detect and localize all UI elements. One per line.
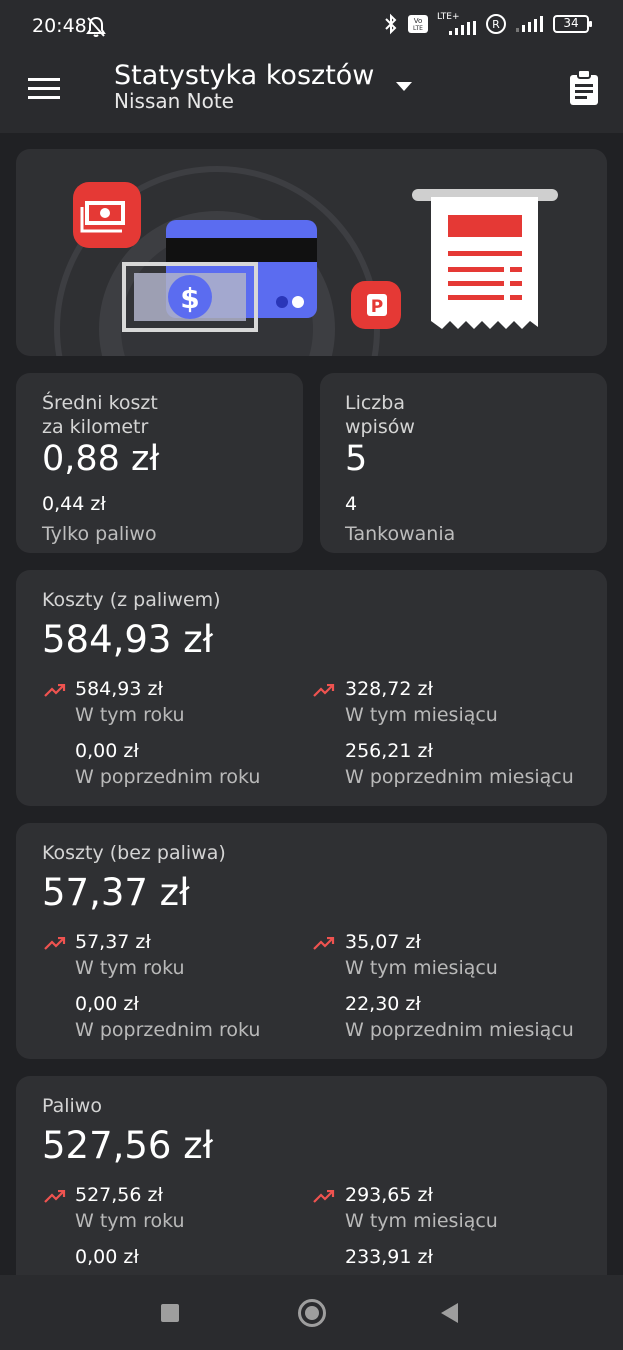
svg-text:$: $: [180, 282, 199, 315]
prev-month-value: 233,91 zł: [345, 1246, 433, 1268]
dropdown-arrow-icon[interactable]: [396, 82, 412, 92]
signal-strength-icon: [449, 21, 476, 35]
card-title: Koszty (z paliwem): [42, 589, 221, 611]
this-month-value: 35,07 zł: [345, 931, 421, 953]
battery-level: 34: [563, 16, 579, 30]
prev-month-value: 256,21 zł: [345, 740, 433, 762]
prev-year-value: 0,00 zł: [75, 993, 139, 1015]
this-year-label: W tym roku: [75, 957, 185, 979]
prev-year-value: 0,00 zł: [75, 740, 139, 762]
prev-year-value: 0,00 zł: [75, 1246, 139, 1268]
this-year-label: W tym roku: [75, 1210, 185, 1232]
card-total: 57,37 zł: [42, 871, 190, 914]
fuel-costs-card[interactable]: Paliwo 527,56 zł 527,56 zł W tym roku 0,…: [16, 1076, 607, 1275]
costs-without-fuel-card[interactable]: Koszty (bez paliwa) 57,37 zł 57,37 zł W …: [16, 823, 607, 1059]
this-month-value: 293,65 zł: [345, 1184, 433, 1206]
avg-cost-card[interactable]: Średni koszt za kilometr 0,88 zł 0,44 zł…: [16, 373, 303, 553]
status-bar: 20:48 Vo LTE LTE+ R 34: [0, 0, 623, 56]
refuel-label: Tankowania: [345, 523, 456, 545]
prev-month-label: W poprzednim miesiącu: [345, 766, 574, 788]
svg-text:R: R: [492, 18, 500, 31]
refuel-count: 4: [345, 493, 358, 515]
costs-illustration: $ P: [54, 166, 558, 356]
card-total: 527,56 zł: [42, 1124, 214, 1167]
this-year-value: 527,56 zł: [75, 1184, 163, 1206]
back-button-icon[interactable]: [440, 1302, 460, 1324]
avg-cost-label-line1: Średni koszt: [42, 392, 158, 414]
battery-tip: [589, 21, 592, 27]
entries-count: 5: [345, 439, 368, 479]
avg-fuel-cost-value: 0,44 zł: [42, 493, 106, 515]
clipboard-icon[interactable]: [568, 70, 600, 106]
home-button-icon[interactable]: [298, 1299, 326, 1327]
hamburger-menu-icon[interactable]: [28, 78, 60, 100]
content-scroll-area[interactable]: $ P Średni koszt za kilometr 0,88 zł 0,4…: [0, 133, 623, 1275]
vehicle-name: Nissan Note: [114, 89, 234, 113]
illustration-card: $ P: [16, 149, 607, 356]
prev-month-label: W poprzednim miesiącu: [345, 1019, 574, 1041]
battery-indicator: 34: [553, 15, 592, 33]
entries-label-line2: wpisów: [345, 416, 415, 438]
lte-signal: LTE+: [437, 13, 477, 35]
this-year-label: W tym roku: [75, 704, 185, 726]
roaming-icon: R: [486, 14, 506, 34]
prev-year-label: W poprzednim roku: [75, 1019, 261, 1041]
page-title: Statystyka kosztów: [114, 60, 375, 91]
card-title: Paliwo: [42, 1095, 102, 1117]
volte-icon: Vo LTE: [408, 15, 428, 33]
card-total: 584,93 zł: [42, 618, 214, 661]
entries-label-line1: Liczba: [345, 392, 405, 414]
this-month-label: W tym miesiącu: [345, 704, 498, 726]
costs-with-fuel-card[interactable]: Koszty (z paliwem) 584,93 zł 584,93 zł W…: [16, 570, 607, 806]
entries-card[interactable]: Liczba wpisów 5 4 Tankowania: [320, 373, 607, 553]
this-month-label: W tym miesiącu: [345, 1210, 498, 1232]
signal-strength-2-icon: [516, 16, 543, 32]
avg-cost-label-line2: za kilometr: [42, 416, 149, 438]
trending-up-icon: [44, 684, 66, 697]
app-bar: Statystyka kosztów Nissan Note: [0, 56, 623, 133]
this-month-label: W tym miesiącu: [345, 957, 498, 979]
prev-month-value: 22,30 zł: [345, 993, 421, 1015]
trending-up-icon: [44, 1190, 66, 1203]
avg-fuel-cost-label: Tylko paliwo: [42, 523, 157, 545]
this-year-value: 584,93 zł: [75, 678, 163, 700]
trending-up-icon: [313, 684, 335, 697]
this-month-value: 328,72 zł: [345, 678, 433, 700]
prev-year-label: W poprzednim roku: [75, 766, 261, 788]
svg-text:LTE: LTE: [413, 25, 423, 32]
svg-text:Vo: Vo: [414, 17, 423, 25]
status-indicators: Vo LTE LTE+ R 34: [383, 13, 592, 35]
trending-up-icon: [313, 1190, 335, 1203]
recents-button-icon[interactable]: [161, 1304, 179, 1322]
status-time: 20:48: [32, 15, 87, 37]
svg-text:P: P: [371, 297, 383, 317]
system-nav-bar: [0, 1275, 623, 1350]
avg-cost-value: 0,88 zł: [42, 439, 160, 479]
bluetooth-icon: [385, 13, 397, 35]
trending-up-icon: [313, 937, 335, 950]
trending-up-icon: [44, 937, 66, 950]
this-year-value: 57,37 zł: [75, 931, 151, 953]
bell-off-icon: [86, 16, 106, 37]
card-title: Koszty (bez paliwa): [42, 842, 226, 864]
